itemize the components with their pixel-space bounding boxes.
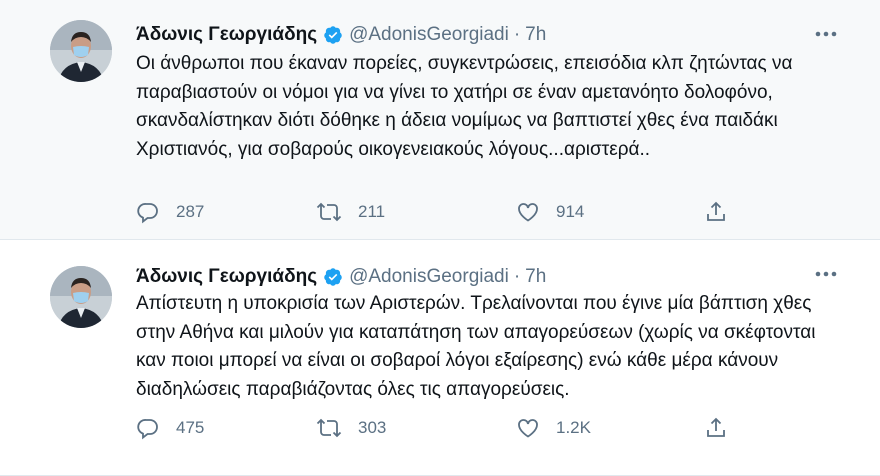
heart-icon [518, 203, 538, 222]
like-button[interactable]: 1.2K [516, 416, 591, 440]
tweet-text: Απίστευτη η υποκρισία των Αριστερών. Τρε… [136, 293, 816, 400]
share-button[interactable] [704, 416, 744, 440]
reply-count: 287 [176, 202, 205, 221]
reply-count: 475 [176, 418, 205, 437]
tweet-actions: 475 303 1.2K [136, 416, 756, 446]
timestamp[interactable]: 7h [525, 22, 546, 48]
author-handle[interactable]: @AdonisGeorgiadi [349, 264, 509, 290]
avatar[interactable] [50, 266, 112, 328]
retweet-count: 211 [358, 202, 386, 221]
tweet-actions: 287 211 914 [136, 200, 756, 230]
reply-button[interactable]: 475 [136, 416, 204, 440]
verified-badge-icon [323, 25, 343, 45]
verified-badge-icon [323, 267, 343, 287]
retweet-button[interactable]: 211 [316, 200, 385, 224]
tweet-text: Οι άνθρωποι που έκαναν πορείες, συγκεντρ… [136, 53, 793, 160]
tweet[interactable]: Άδωνις Γεωργιάδης @AdonisGeorgiadi · 7h … [0, 0, 880, 240]
separator: · [513, 24, 521, 45]
author-handle[interactable]: @AdonisGeorgiadi [349, 22, 509, 48]
author-name[interactable]: Άδωνις Γεωργιάδης [136, 22, 317, 48]
share-icon [707, 201, 725, 221]
retweet-button[interactable]: 303 [316, 416, 386, 440]
reply-button[interactable]: 287 [136, 200, 204, 224]
like-count: 914 [556, 202, 585, 221]
more-dots-icon[interactable] [812, 22, 840, 46]
like-button[interactable]: 914 [516, 200, 584, 224]
separator: · [513, 266, 521, 287]
reply-icon [137, 419, 158, 440]
tweet[interactable]: Άδωνις Γεωργιάδης @AdonisGeorgiadi · 7h … [0, 240, 880, 476]
avatar[interactable] [50, 20, 112, 82]
more-dots-icon[interactable] [812, 262, 840, 286]
retweet-icon [316, 418, 342, 438]
reply-icon [137, 203, 158, 224]
heart-icon [518, 419, 538, 438]
share-button[interactable] [704, 200, 744, 224]
author-name[interactable]: Άδωνις Γεωργιάδης [136, 264, 317, 290]
like-count: 1.2K [556, 418, 591, 437]
retweet-count: 303 [358, 418, 387, 437]
share-icon [707, 417, 725, 437]
timestamp[interactable]: 7h [525, 264, 546, 290]
retweet-icon [316, 202, 342, 222]
